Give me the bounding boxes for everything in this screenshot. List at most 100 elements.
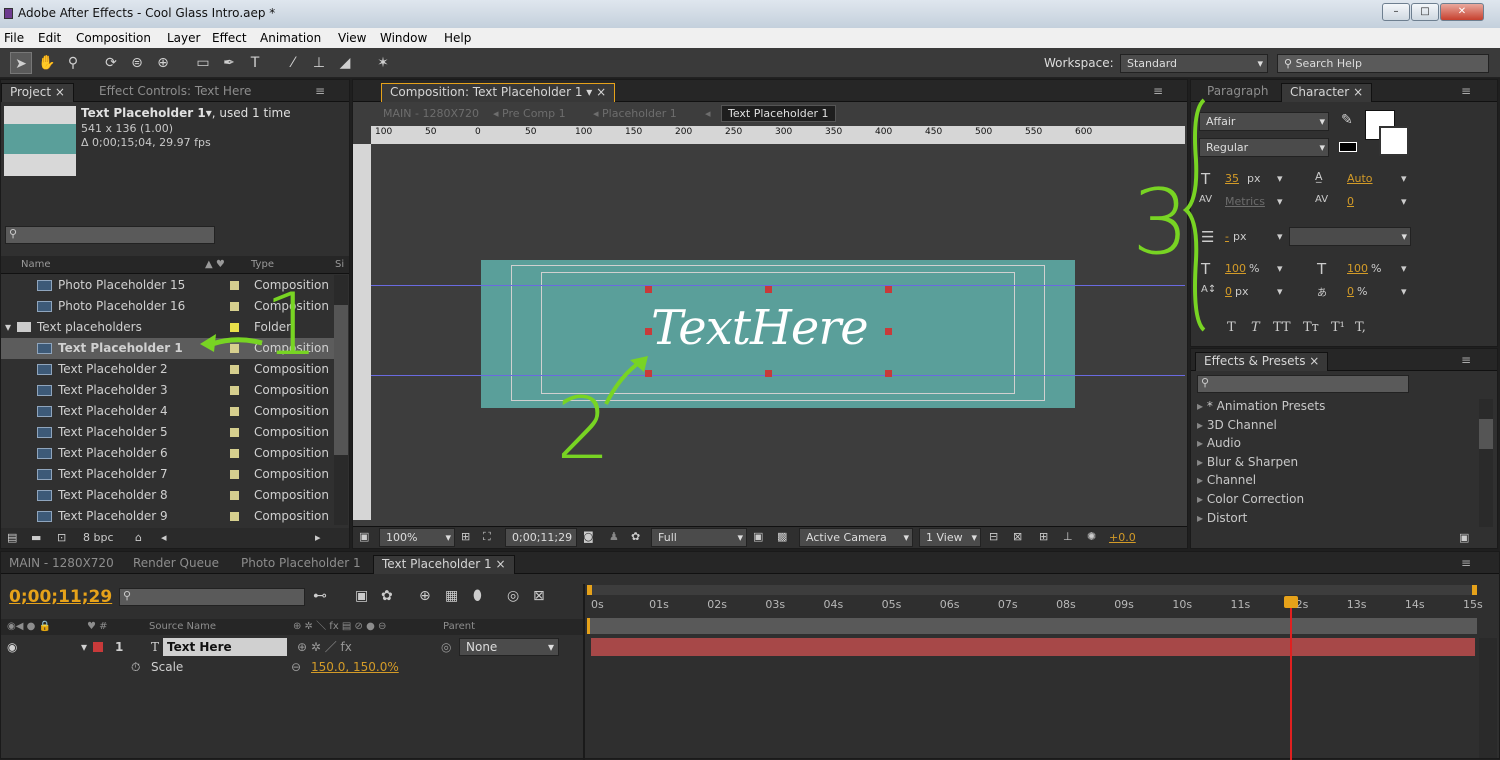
sort-icon[interactable]: ▲ ♥ [205,256,225,274]
label-color[interactable] [230,449,239,458]
new-preset-icon[interactable]: ▣ [1459,531,1469,544]
new-folder-icon[interactable]: ▬ [31,528,41,548]
crumb-precomp[interactable]: Pre Comp 1 [502,107,566,120]
effects-search-input[interactable]: ⚲ [1197,375,1409,393]
panel-menu-icon[interactable]: ≡ [1461,84,1471,98]
vertical-scale-value[interactable]: 100 [1225,262,1246,275]
project-scrollbar[interactable] [334,275,348,525]
project-item-row[interactable]: Text Placeholder 4 Composition [1,401,346,422]
crumb-placeholder[interactable]: Placeholder 1 [602,107,677,120]
menu-layer[interactable]: Layer [167,31,200,45]
label-color[interactable] [230,344,239,353]
menu-animation[interactable]: Animation [260,31,321,45]
panel-menu-icon[interactable]: ≡ [315,84,325,98]
faux-italic-button[interactable]: T [1251,320,1260,335]
menu-window[interactable]: Window [380,31,427,45]
chevron-down-icon[interactable]: ▾ [1401,195,1407,208]
brush-tool-icon[interactable]: ⁄ [282,52,304,74]
stroke-color-swatch[interactable] [1379,126,1409,156]
chevron-down-icon[interactable]: ▾ [1277,172,1283,185]
text-layer-bounds[interactable]: TextHere [645,286,897,377]
horizontal-scale-value[interactable]: 100 [1347,262,1368,275]
puppet-tool-icon[interactable]: ✶ [372,52,394,74]
project-item-row[interactable]: Text Placeholder 9 Composition [1,506,346,527]
pixel-aspect-icon[interactable]: ⊟ [989,530,998,543]
show-snapshot-icon[interactable]: ♟ [609,530,619,543]
maximize-button[interactable]: □ [1411,3,1439,21]
resolution-dropdown[interactable]: Full ▾ [651,528,747,547]
mask-visibility-icon[interactable]: ⛶ [483,530,491,544]
stopwatch-icon[interactable]: ⏱ [131,658,140,676]
exposure-value[interactable]: +0.0 [1109,531,1136,544]
panel-menu-icon[interactable]: ≡ [1461,556,1471,570]
pen-tool-icon[interactable]: ✒ [218,52,240,74]
tab-main[interactable]: MAIN - 1280X720 [1,555,122,574]
superscript-button[interactable]: T¹ [1331,320,1345,335]
eraser-tool-icon[interactable]: ◢ [334,52,356,74]
tab-render-queue[interactable]: Render Queue [125,555,227,574]
frame-blending-icon[interactable]: ⊕ [419,588,431,604]
menu-file[interactable]: File [4,31,24,45]
label-color[interactable] [230,386,239,395]
exposure-reset-icon[interactable]: ✺ [1087,530,1096,543]
rotate-tool-icon[interactable]: ⟳ [100,52,122,74]
tracking-value[interactable]: 0 [1347,195,1354,208]
black-swatch[interactable] [1339,142,1357,152]
effect-category[interactable]: ▸ Distort [1197,511,1247,525]
project-item-row[interactable]: Text Placeholder 8 Composition [1,485,346,506]
label-color[interactable] [230,428,239,437]
faux-bold-button[interactable]: T [1227,320,1236,335]
handle-tc[interactable] [765,286,772,293]
tab-text-placeholder-1[interactable]: Text Placeholder 1 × [373,555,515,574]
menu-edit[interactable]: Edit [38,31,61,45]
graph-editor-icon[interactable]: ◎ [507,588,519,604]
col-parent[interactable]: Parent [443,619,475,635]
chevron-down-icon[interactable]: ▾ [1277,262,1283,275]
effect-category[interactable]: ▸ Color Correction [1197,492,1304,506]
kerning-value[interactable]: Metrics [1225,195,1265,208]
chevron-down-icon[interactable]: ▾ [1277,285,1283,298]
label-color[interactable] [230,512,239,521]
project-item-row[interactable]: Text Placeholder 6 Composition [1,443,346,464]
menu-composition[interactable]: Composition [76,31,151,45]
handle-tr[interactable] [885,286,892,293]
search-help-input[interactable]: ⚲ Search Help [1277,54,1489,73]
twirl-icon[interactable]: ▾ [81,638,87,656]
font-style-dropdown[interactable]: Regular ▾ [1199,138,1329,157]
leading-value[interactable]: Auto [1347,172,1373,185]
label-color[interactable] [230,470,239,479]
project-item-row[interactable]: Text Placeholder 3 Composition [1,380,346,401]
col-type[interactable]: Type [251,256,274,274]
chevron-down-icon[interactable]: ▾ [1401,262,1407,275]
camera-tool-icon[interactable]: ⊜ [126,52,148,74]
pan-behind-tool-icon[interactable]: ⊕ [152,52,174,74]
pickwhip-icon[interactable]: ◎ [441,638,451,656]
handle-mr[interactable] [885,328,892,335]
rectangle-tool-icon[interactable]: ▭ [192,52,214,74]
font-size-value[interactable]: 35 [1225,172,1239,185]
effect-category[interactable]: ▸ Audio [1197,436,1241,450]
tab-effect-controls[interactable]: Effect Controls: Text Here [91,83,259,102]
interpret-footage-icon[interactable]: ▤ [7,528,17,548]
parent-dropdown[interactable]: None ▾ [459,638,559,656]
property-value[interactable]: 150.0, 150.0% [311,658,399,676]
region-of-interest-icon[interactable]: ▣ [753,530,763,543]
selection-tool-icon[interactable]: ➤ [10,52,32,74]
scroll-left-icon[interactable]: ◂ [161,528,167,548]
scroll-right-icon[interactable]: ▸ [315,528,321,548]
minimize-button[interactable]: – [1382,3,1410,21]
layer-name[interactable]: Text Here [163,638,287,656]
draft-3d-icon[interactable]: ▣ [355,588,368,604]
label-color[interactable] [230,302,239,311]
menu-effect[interactable]: Effect [212,31,247,45]
brainstorm-icon[interactable]: ⬮ [473,588,482,604]
current-time-field[interactable]: 0;00;11;29 [505,528,577,547]
menu-help[interactable]: Help [444,31,471,45]
col-size[interactable]: Si [335,256,344,274]
fast-preview-icon[interactable]: ⊠ [1013,530,1022,543]
tab-composition[interactable]: Composition: Text Placeholder 1 ▾ × [381,83,616,102]
constrain-proportions-icon[interactable]: ⊖ [291,658,301,676]
crumb-active[interactable]: Text Placeholder 1 [721,105,836,122]
timeline-current-time[interactable]: 0;00;11;29 [9,587,112,607]
type-tool-icon[interactable]: T [244,52,266,74]
